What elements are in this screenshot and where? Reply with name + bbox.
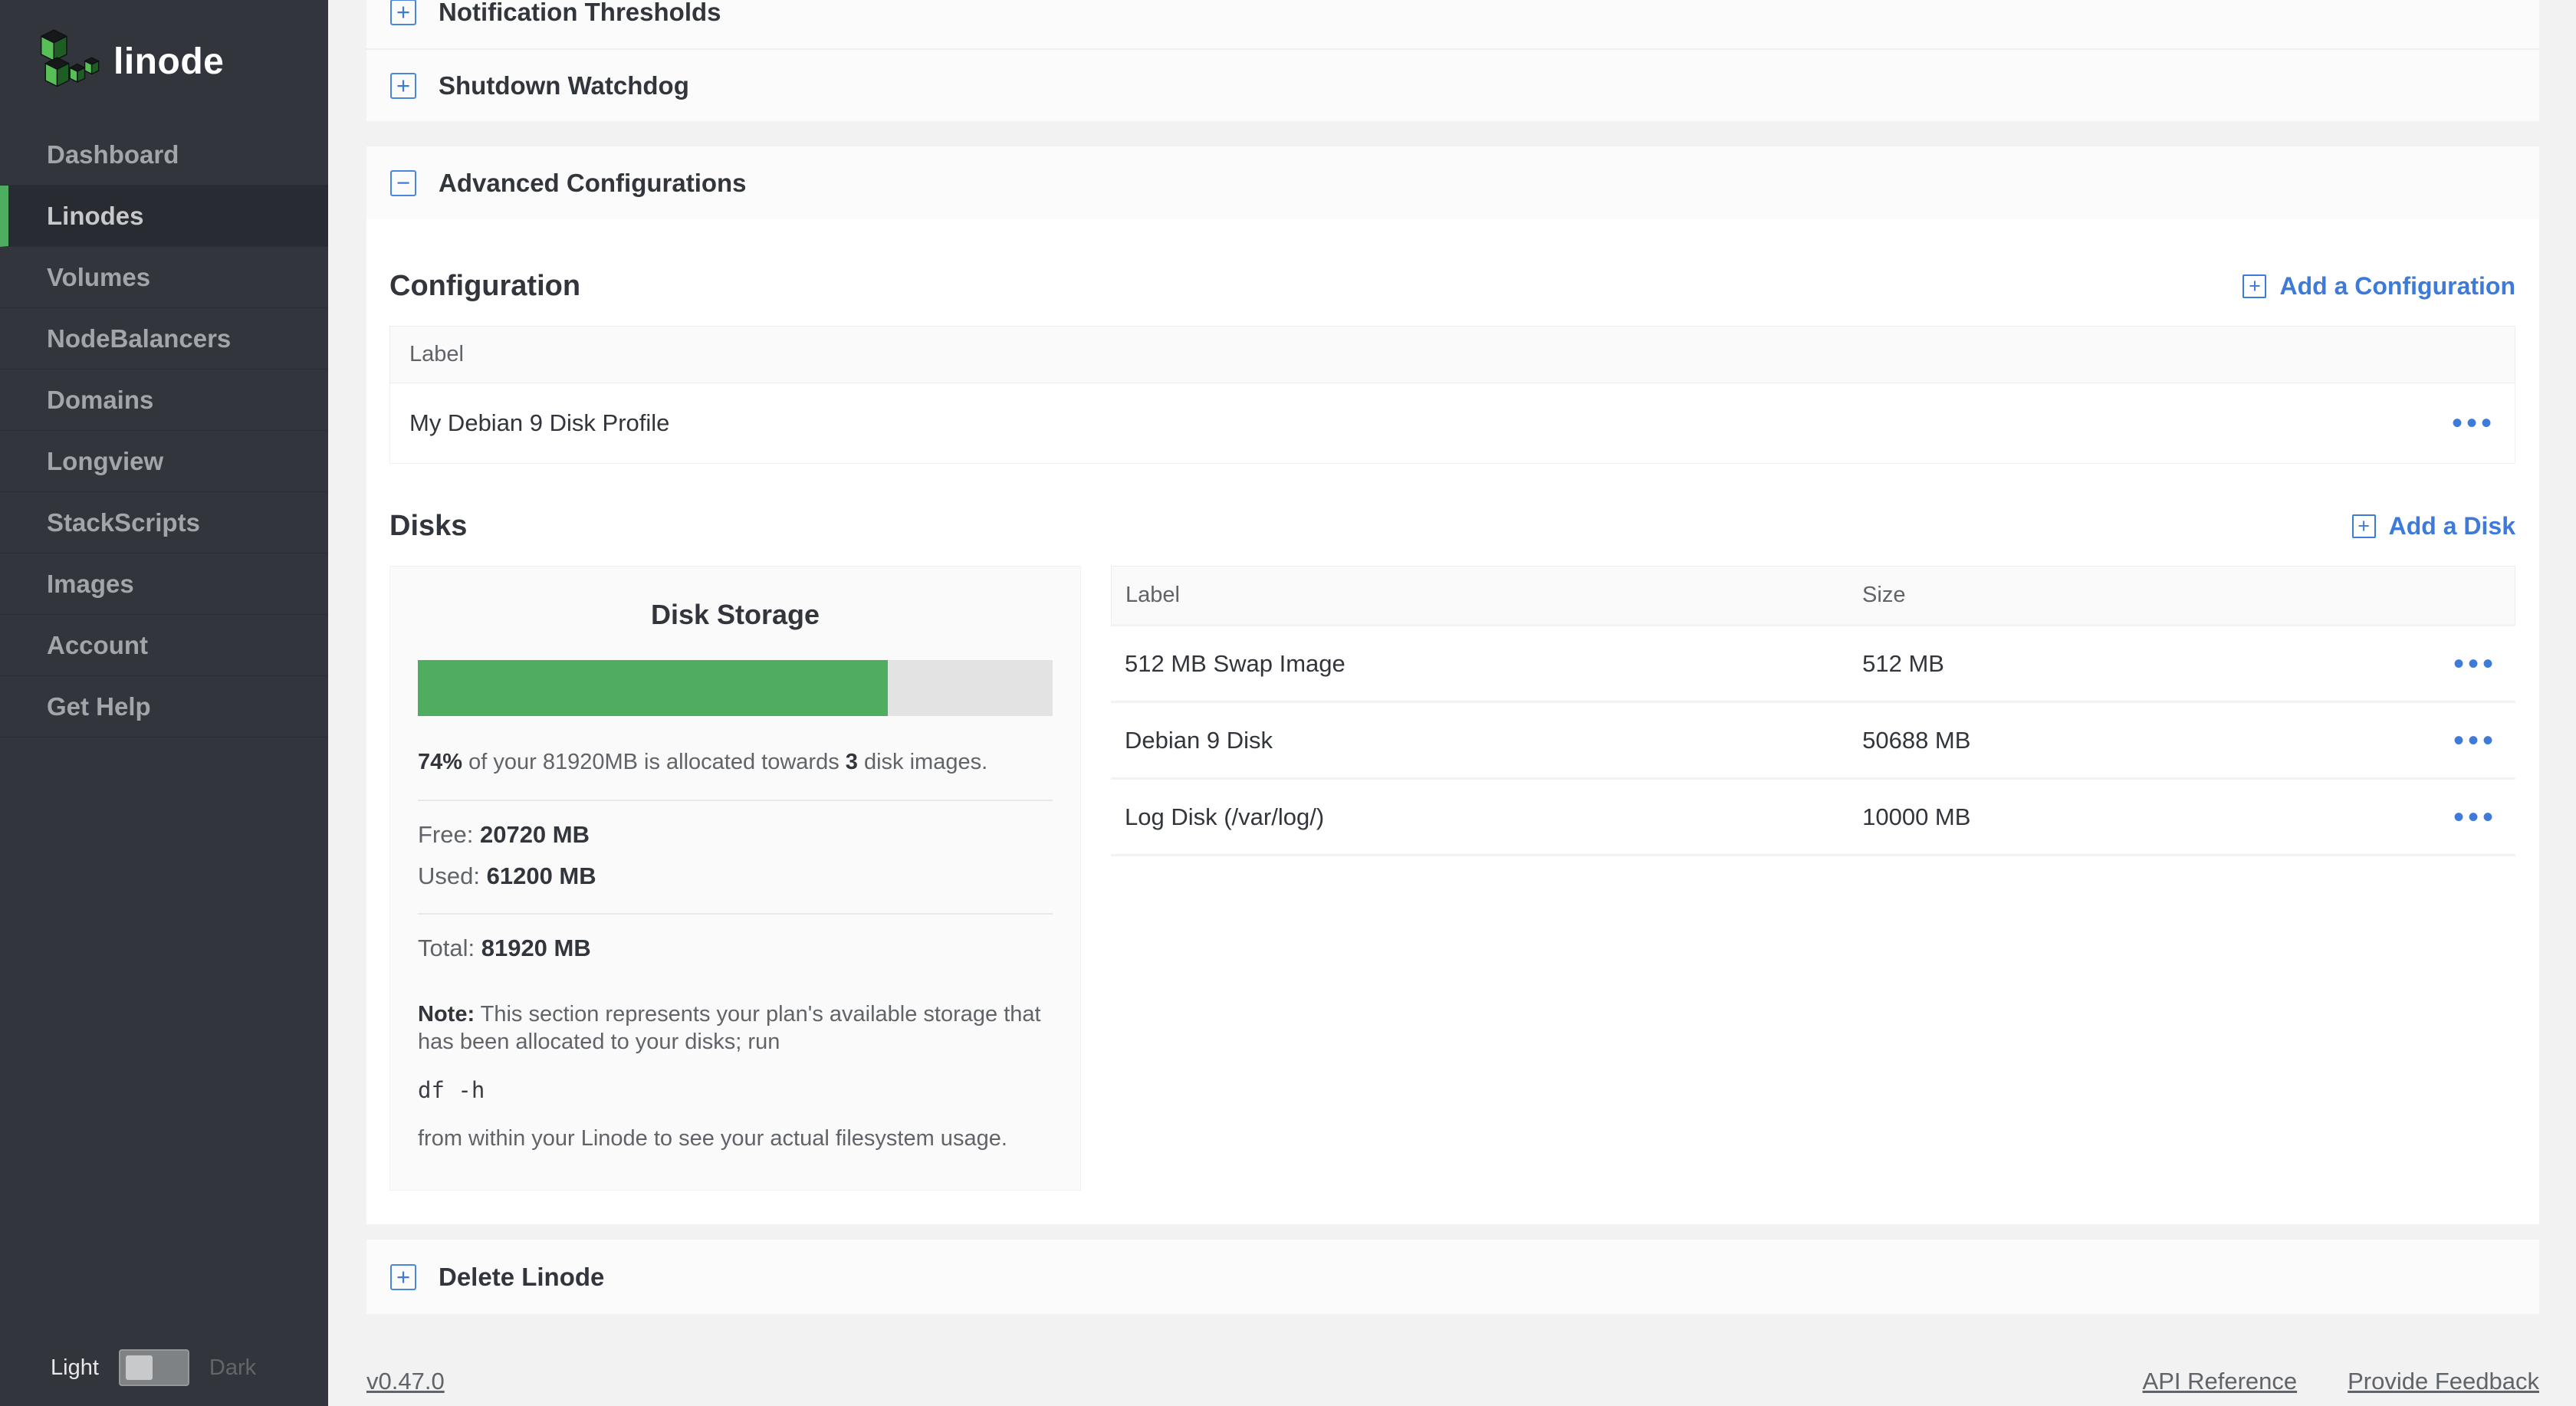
configuration-label-cell: My Debian 9 Disk Profile (409, 409, 669, 437)
expand-icon[interactable]: + (390, 0, 416, 25)
table-row[interactable]: My Debian 9 Disk Profile ••• (389, 383, 2515, 464)
disks-section-head: Disks + Add a Disk (389, 464, 2515, 543)
sidebar-item-domains[interactable]: Domains (0, 370, 328, 431)
configuration-table: Label My Debian 9 Disk Profile ••• (389, 326, 2515, 464)
expand-icon[interactable]: + (390, 1264, 416, 1290)
sidebar-item-linodes[interactable]: Linodes (0, 186, 328, 247)
theme-toggle-knob (126, 1355, 153, 1380)
allocation-text: 74% of your 81920MB is allocated towards… (418, 748, 1053, 777)
sidebar-item-dashboard[interactable]: Dashboard (0, 124, 328, 186)
table-row[interactable]: Log Disk (/var/log/) 10000 MB ••• (1111, 780, 2515, 856)
version-link[interactable]: v0.47.0 (366, 1368, 445, 1395)
kebab-menu-icon[interactable]: ••• (2453, 810, 2515, 825)
sidebar-nav: Dashboard Linodes Volumes NodeBalancers … (0, 124, 328, 737)
panel-delete-linode[interactable]: + Delete Linode (366, 1240, 2539, 1314)
panel-advanced-configurations[interactable]: − Advanced Configurations (366, 146, 2539, 219)
configuration-table-header: Label (389, 326, 2515, 383)
disks-heading: Disks (389, 510, 467, 543)
table-row[interactable]: Debian 9 Disk 50688 MB ••• (1111, 703, 2515, 780)
add-configuration-button[interactable]: + Add a Configuration (2242, 272, 2515, 301)
disk-table-header: Label Size (1111, 566, 2515, 626)
free-storage: Free: 20720 MB (418, 821, 1053, 849)
theme-toggle: Light Dark (0, 1329, 328, 1406)
add-disk-button[interactable]: + Add a Disk (2352, 512, 2515, 540)
sidebar-item-longview[interactable]: Longview (0, 431, 328, 492)
brand-name: linode (113, 41, 224, 83)
advanced-configurations-content: Configuration + Add a Configuration Labe… (366, 219, 2539, 1224)
main-content: + Notification Thresholds + Shutdown Wat… (328, 0, 2576, 1406)
divider (418, 800, 1053, 801)
linode-logo[interactable]: linode (0, 0, 328, 101)
column-header-size: Size (1862, 583, 2515, 608)
disk-storage-bar-fill (418, 660, 888, 716)
table-row[interactable]: 512 MB Swap Image 512 MB ••• (1111, 626, 2515, 703)
panel-notification-thresholds[interactable]: + Notification Thresholds (366, 0, 2539, 48)
theme-light-label: Light (51, 1355, 99, 1381)
storage-note: Note: This section represents your plan'… (418, 1000, 1053, 1056)
kebab-menu-icon[interactable]: ••• (2452, 416, 2496, 431)
divider (418, 913, 1053, 915)
disk-storage-title: Disk Storage (418, 599, 1053, 631)
disk-storage-card: Disk Storage 74% of your 81920MB is allo… (389, 566, 1081, 1191)
storage-note-footer: from within your Linode to see your actu… (418, 1126, 1053, 1151)
sidebar-item-nodebalancers[interactable]: NodeBalancers (0, 308, 328, 370)
total-storage: Total: 81920 MB (418, 935, 1053, 962)
sidebar-item-get-help[interactable]: Get Help (0, 676, 328, 737)
expand-icon[interactable]: + (390, 73, 416, 99)
provide-feedback-link[interactable]: Provide Feedback (2348, 1368, 2539, 1395)
plus-icon: + (2242, 274, 2266, 298)
api-reference-link[interactable]: API Reference (2143, 1368, 2298, 1395)
collapse-icon[interactable]: − (390, 170, 416, 196)
kebab-menu-icon[interactable]: ••• (2453, 656, 2515, 672)
df-command: df -h (418, 1077, 1053, 1103)
plus-icon: + (2352, 514, 2376, 538)
panel-title: Advanced Configurations (439, 169, 747, 198)
sidebar-item-account[interactable]: Account (0, 615, 328, 676)
panel-title: Notification Thresholds (439, 0, 721, 27)
panel-title: Shutdown Watchdog (439, 71, 689, 100)
sidebar-item-volumes[interactable]: Volumes (0, 247, 328, 308)
disk-storage-bar (418, 660, 1053, 716)
theme-toggle-switch[interactable] (119, 1349, 189, 1386)
configuration-section-head: Configuration + Add a Configuration (389, 219, 2515, 303)
sidebar-item-stackscripts[interactable]: StackScripts (0, 492, 328, 554)
linode-cubes-icon (34, 25, 100, 97)
kebab-menu-icon[interactable]: ••• (2453, 733, 2515, 748)
sidebar: linode Dashboard Linodes Volumes NodeBal… (0, 0, 328, 1406)
column-header-label: Label (1112, 583, 1862, 608)
used-storage: Used: 61200 MB (418, 862, 1053, 890)
theme-dark-label: Dark (209, 1355, 256, 1381)
sidebar-item-images[interactable]: Images (0, 554, 328, 615)
add-disk-label: Add a Disk (2389, 512, 2515, 540)
column-header-label: Label (409, 342, 464, 367)
add-configuration-label: Add a Configuration (2279, 272, 2515, 301)
disk-table: Label Size 512 MB Swap Image 512 MB ••• … (1111, 566, 2515, 856)
footer: v0.47.0 API Reference Provide Feedback (366, 1368, 2539, 1395)
panel-title: Delete Linode (439, 1263, 604, 1292)
configuration-heading: Configuration (389, 270, 580, 303)
panel-shutdown-watchdog[interactable]: + Shutdown Watchdog (366, 48, 2539, 121)
